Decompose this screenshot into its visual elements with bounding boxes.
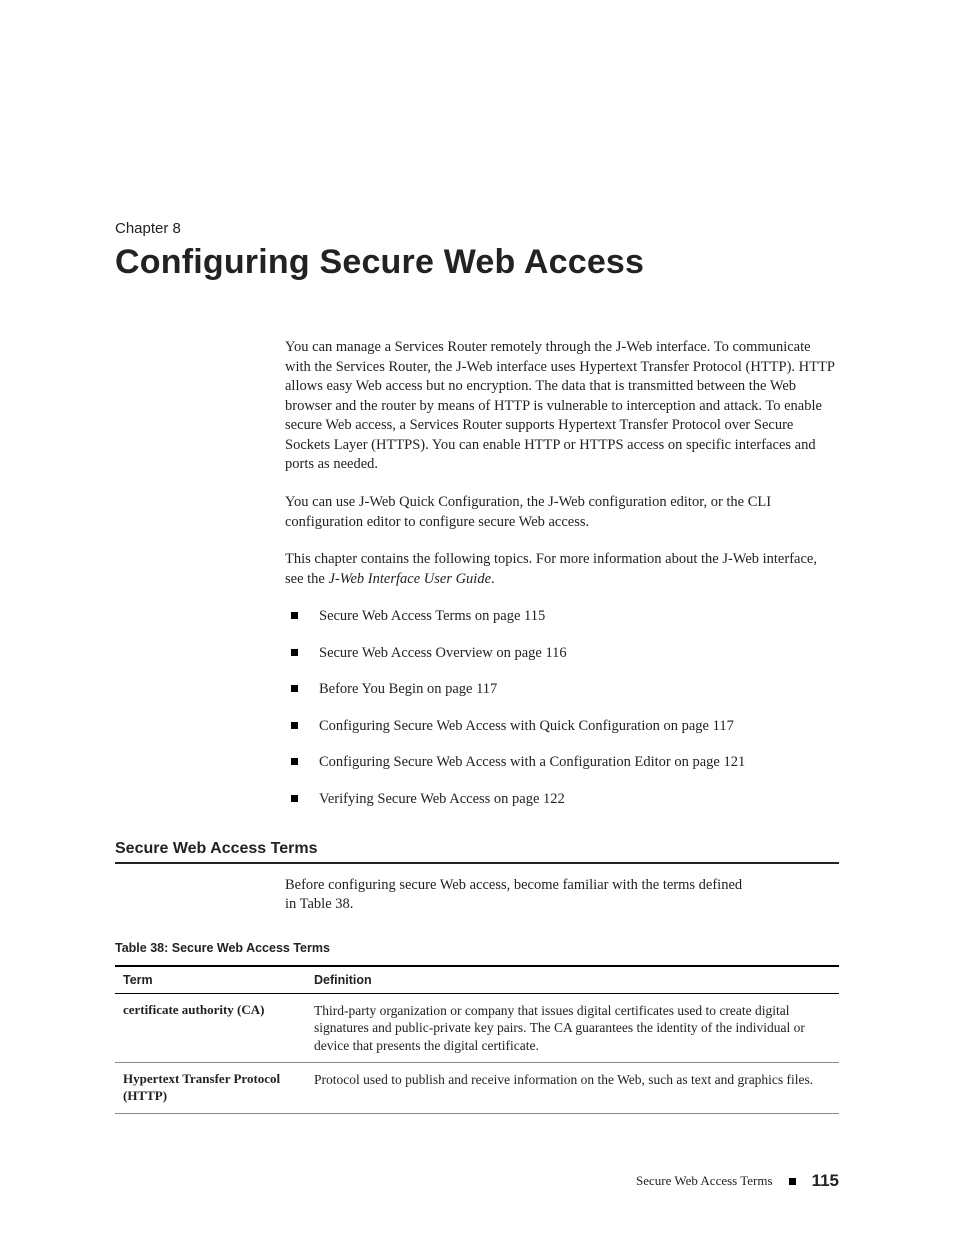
intro-paragraph-1: You can manage a Services Router remotel… bbox=[285, 338, 839, 475]
table-head-row: Term Definition bbox=[115, 966, 839, 994]
topic-item: Configuring Secure Web Access with a Con… bbox=[285, 753, 839, 773]
definition-cell: Protocol used to publish and receive inf… bbox=[306, 1063, 839, 1114]
term-cell: Hypertext Transfer Protocol (HTTP) bbox=[115, 1063, 306, 1114]
table-head-definition: Definition bbox=[306, 966, 839, 994]
topic-item: Before You Begin on page 117 bbox=[285, 680, 839, 700]
table-caption: Table 38: Secure Web Access Terms bbox=[115, 941, 839, 955]
intro-paragraph-3: This chapter contains the following topi… bbox=[285, 550, 839, 589]
table-row: Hypertext Transfer Protocol (HTTP) Proto… bbox=[115, 1063, 839, 1114]
intro-p3-citation: J-Web Interface User Guide bbox=[328, 571, 491, 587]
topic-item: Secure Web Access Terms on page 115 bbox=[285, 607, 839, 627]
section-intro: Before configuring secure Web access, be… bbox=[285, 876, 745, 915]
chapter-title: Configuring Secure Web Access bbox=[115, 243, 839, 282]
topic-item: Configuring Secure Web Access with Quick… bbox=[285, 717, 839, 737]
page-number: 115 bbox=[812, 1171, 839, 1191]
intro-paragraph-2: You can use J-Web Quick Configuration, t… bbox=[285, 493, 839, 532]
term-cell: certificate authority (CA) bbox=[115, 993, 306, 1063]
definition-cell: Third-party organization or company that… bbox=[306, 993, 839, 1063]
chapter-label: Chapter 8 bbox=[115, 220, 839, 237]
section-heading: Secure Web Access Terms bbox=[115, 840, 839, 858]
topic-item: Secure Web Access Overview on page 116 bbox=[285, 644, 839, 664]
table-row: certificate authority (CA) Third-party o… bbox=[115, 993, 839, 1063]
topic-list: Secure Web Access Terms on page 115 Secu… bbox=[285, 607, 839, 809]
intro-p3-text-b: . bbox=[491, 571, 495, 587]
topic-item: Verifying Secure Web Access on page 122 bbox=[285, 790, 839, 810]
table-head-term: Term bbox=[115, 966, 306, 994]
page-footer: Secure Web Access Terms 115 bbox=[636, 1171, 839, 1191]
section-rule bbox=[115, 862, 839, 864]
terms-table: Term Definition certificate authority (C… bbox=[115, 965, 839, 1114]
square-bullet-icon bbox=[789, 1178, 796, 1185]
footer-section-label: Secure Web Access Terms bbox=[636, 1173, 773, 1189]
